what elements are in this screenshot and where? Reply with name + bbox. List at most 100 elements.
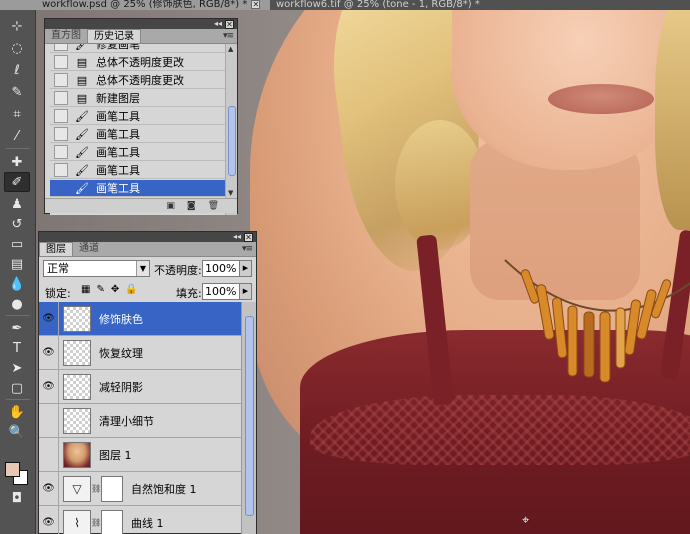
- panel-menu-icon[interactable]: ▾≡: [242, 244, 253, 254]
- history-source-box[interactable]: [54, 73, 68, 87]
- history-item[interactable]: 🖌 画笔工具: [50, 108, 227, 125]
- layer-row[interactable]: 👁 减轻阴影: [39, 369, 242, 404]
- lock-pixels-icon[interactable]: ✎: [96, 284, 104, 295]
- brush-history-icon: 🖌: [75, 127, 89, 141]
- history-item-selected[interactable]: 🖌 画笔工具: [50, 180, 227, 197]
- marquee-tool-icon[interactable]: ◌: [4, 38, 30, 58]
- close-icon[interactable]: ✕: [225, 19, 234, 29]
- tab-histogram[interactable]: 直方图: [45, 29, 87, 43]
- history-source-box[interactable]: [54, 44, 68, 51]
- lasso-tool-icon[interactable]: ℓ: [4, 60, 30, 80]
- tab-history[interactable]: 历史记录: [87, 29, 141, 43]
- close-icon[interactable]: ✕: [244, 232, 253, 242]
- screen-mode-icon[interactable]: ◘: [4, 488, 30, 508]
- trash-icon[interactable]: 🗑: [208, 201, 219, 211]
- scroll-thumb[interactable]: [245, 316, 254, 516]
- move-tool-icon[interactable]: ⊹: [4, 16, 30, 36]
- vibrance-adjustment-icon: ▽: [63, 475, 91, 502]
- collapse-icon[interactable]: ◂◂: [214, 20, 222, 28]
- zoom-tool-icon[interactable]: 🔍: [4, 422, 30, 442]
- history-source-box[interactable]: [54, 91, 68, 105]
- hand-tool-icon[interactable]: ✋: [4, 402, 30, 422]
- eye-icon[interactable]: 👁: [39, 369, 59, 404]
- history-panel: ◂◂ ✕ 直方图 历史记录 ▾≡ 🖌 修复画笔 ▤ 总体不透明度更改 ▤ 总体不…: [44, 18, 238, 215]
- scroll-down-icon[interactable]: ▼: [228, 189, 233, 197]
- chevron-right-icon[interactable]: ▶: [239, 283, 252, 300]
- opacity-input[interactable]: 100% ▶: [202, 260, 252, 277]
- layer-row[interactable]: 👁 恢复纹理: [39, 335, 242, 370]
- history-source-box[interactable]: [54, 127, 68, 141]
- foreground-color-swatch[interactable]: [5, 462, 20, 477]
- history-item[interactable]: 🖌 画笔工具: [50, 126, 227, 143]
- gradient-tool-icon[interactable]: ▤: [4, 254, 30, 274]
- layers-scrollbar[interactable]: [241, 302, 256, 534]
- scroll-thumb[interactable]: [228, 106, 236, 176]
- eyedropper-tool-icon[interactable]: ⁄: [4, 126, 30, 146]
- layer-name: 清理小细节: [99, 414, 154, 428]
- eye-icon[interactable]: 👁: [39, 302, 59, 336]
- history-item[interactable]: ▤ 总体不透明度更改: [50, 72, 227, 89]
- doc-tab-workflow6-tif[interactable]: workflow6.tif @ 25% (tone - 1, RGB/8*) *: [270, 0, 488, 10]
- history-brush-tool-icon[interactable]: ↺: [4, 214, 30, 234]
- history-item[interactable]: ▤ 新建图层: [50, 90, 227, 107]
- history-item[interactable]: ▤ 总体不透明度更改: [50, 54, 227, 71]
- lock-transparency-icon[interactable]: ▦: [81, 284, 90, 295]
- layer-row[interactable]: 👁 ⌇ ⛓ 曲线 1: [39, 505, 242, 534]
- blend-mode-select[interactable]: 正常 ▼: [43, 260, 150, 277]
- chevron-right-icon[interactable]: ▶: [239, 260, 252, 277]
- type-tool-icon[interactable]: T: [4, 338, 30, 358]
- history-source-box[interactable]: [54, 109, 68, 123]
- history-source-box[interactable]: [54, 145, 68, 159]
- eraser-tool-icon[interactable]: ▭: [4, 234, 30, 254]
- eye-icon[interactable]: 👁: [39, 471, 59, 506]
- layer-row[interactable]: 👁 ▽ ⛓ 自然饱和度 1: [39, 471, 242, 506]
- layer-row-selected[interactable]: 👁 修饰肤色: [39, 302, 242, 336]
- lock-all-icon[interactable]: 🔒: [125, 284, 137, 295]
- eye-icon[interactable]: 👁: [39, 335, 59, 370]
- quick-select-tool-icon[interactable]: ✎: [4, 82, 30, 102]
- chevron-down-icon: ▼: [136, 261, 149, 276]
- history-item[interactable]: 🖌 修复画笔: [50, 44, 227, 53]
- blur-tool-icon[interactable]: 💧: [4, 274, 30, 294]
- history-scrollbar[interactable]: ▲ ▼: [225, 44, 237, 215]
- clone-stamp-tool-icon[interactable]: ♟: [4, 194, 30, 214]
- crop-tool-icon[interactable]: ⌗: [4, 104, 30, 124]
- eye-hidden-icon[interactable]: ·: [39, 403, 59, 438]
- tab-layers[interactable]: 图层: [39, 242, 73, 256]
- lock-position-icon[interactable]: ✥: [111, 284, 119, 295]
- doc-tab-workflow-psd[interactable]: workflow.psd @ 25% (修饰肤色, RGB/8*) * ✕: [0, 0, 270, 10]
- lock-options: ▦ ✎ ✥ 🔒: [81, 284, 138, 295]
- dodge-tool-icon[interactable]: ●: [4, 294, 30, 314]
- tab-channels[interactable]: 通道: [73, 242, 105, 256]
- brush-tool-icon[interactable]: ✐: [4, 172, 30, 192]
- layer-row[interactable]: · 图层 1: [39, 437, 242, 472]
- layer-thumbnail-photo: [63, 441, 91, 468]
- layer-name: 减轻阴影: [99, 380, 143, 394]
- shape-tool-icon[interactable]: ▢: [4, 378, 30, 398]
- history-item-label: 画笔工具: [96, 110, 140, 123]
- healing-brush-tool-icon[interactable]: ✚: [4, 152, 30, 172]
- path-select-tool-icon[interactable]: ➤: [4, 358, 30, 378]
- history-source-box[interactable]: [54, 181, 68, 195]
- doc-tab-title: workflow.psd @ 25% (修饰肤色, RGB/8*) *: [42, 0, 248, 10]
- document-history-icon: ▤: [76, 73, 88, 87]
- scroll-up-icon[interactable]: ▲: [228, 45, 233, 53]
- eye-hidden-icon[interactable]: ·: [39, 437, 59, 472]
- new-document-icon[interactable]: ▣: [166, 201, 175, 211]
- fill-input[interactable]: 100% ▶: [202, 283, 252, 300]
- layer-mask-thumbnail[interactable]: [101, 509, 123, 534]
- document-history-icon: ▤: [76, 91, 88, 105]
- panel-menu-icon[interactable]: ▾≡: [223, 31, 234, 41]
- close-icon[interactable]: ✕: [251, 0, 261, 9]
- snapshot-icon[interactable]: ◙: [187, 201, 196, 211]
- pen-tool-icon[interactable]: ✒: [4, 318, 30, 338]
- layer-mask-thumbnail[interactable]: [101, 475, 123, 502]
- collapse-icon[interactable]: ◂◂: [233, 233, 241, 241]
- history-source-box[interactable]: [54, 55, 68, 69]
- history-item[interactable]: 🖌 画笔工具: [50, 144, 227, 161]
- history-source-box[interactable]: [54, 163, 68, 177]
- layer-row[interactable]: · 清理小细节: [39, 403, 242, 438]
- history-item[interactable]: 🖌 画笔工具: [50, 162, 227, 179]
- history-footer: ▣ ◙ 🗑: [45, 198, 237, 213]
- eye-icon[interactable]: 👁: [39, 505, 59, 534]
